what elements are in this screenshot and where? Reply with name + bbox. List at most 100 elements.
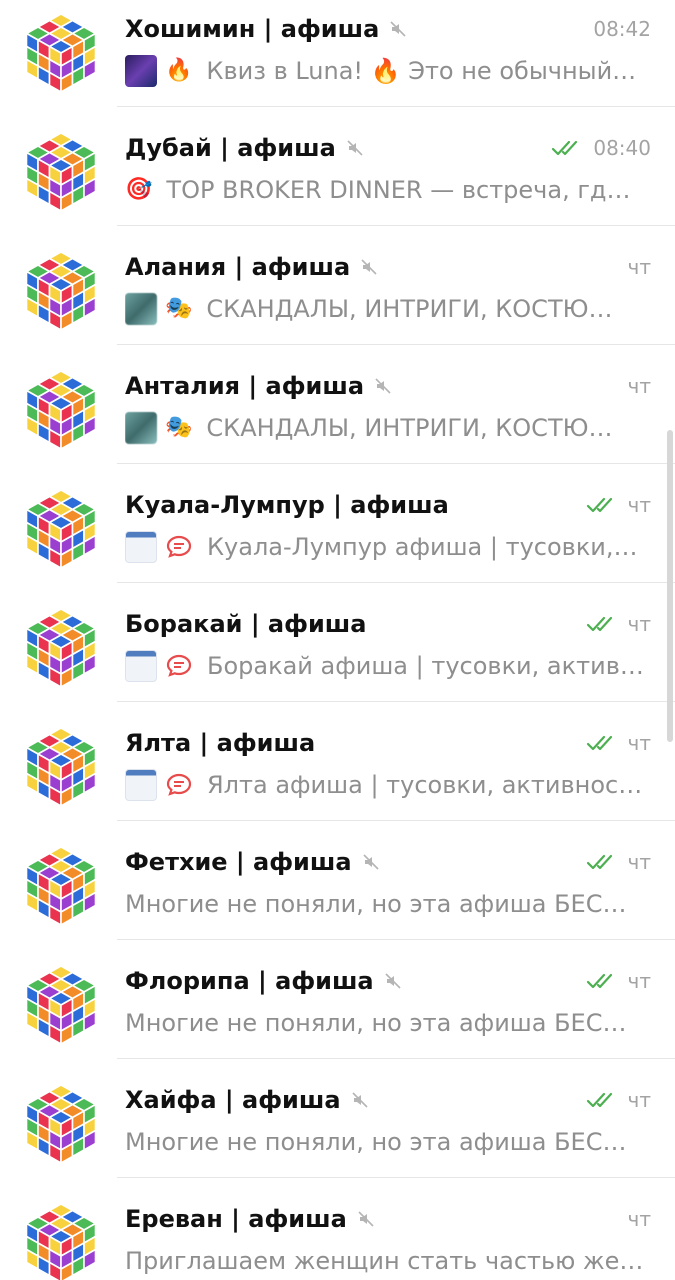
chat-preview-text: Боракай афиша | тусовки, актив…	[207, 652, 644, 680]
chat-preview-line: Ялта афиша | тусовки, активнос…	[125, 768, 647, 802]
group-avatar-cube-icon[interactable]	[24, 726, 98, 806]
chat-preview-text: Многие не поняли, но эта афиша БЕС…	[125, 890, 627, 918]
chat-preview-line: Приглашаем женщин стать частью же…	[125, 1244, 647, 1278]
chat-meta: чт	[586, 969, 651, 993]
chat-time: чт	[627, 731, 651, 755]
link-preview-thumbnail	[125, 531, 157, 563]
chat-preview-text: Приглашаем женщин стать частью же…	[125, 1247, 644, 1275]
double-check-read-icon	[551, 138, 583, 158]
muted-icon	[362, 853, 380, 871]
preview-media: 🎭	[125, 293, 198, 325]
chat-meta: чт	[586, 731, 651, 755]
chat-title-line: Хайфа | афиша чт	[125, 1083, 651, 1117]
chat-meta: чт	[586, 493, 651, 517]
muted-icon	[357, 1210, 375, 1228]
speech-bubble-icon	[165, 771, 193, 799]
chat-title: Ереван | афиша	[125, 1205, 347, 1233]
muted-icon	[374, 377, 392, 395]
chat-title: Дубай | афиша	[125, 134, 336, 162]
chat-title-line: Анталия | афиша чт	[125, 369, 651, 403]
chat-row[interactable]: Хошимин | афиша 08:42 🔥 Квиз в Luna! 🔥 Э…	[0, 0, 675, 107]
muted-icon	[346, 139, 364, 157]
double-check-read-icon	[586, 495, 618, 515]
group-avatar-cube-icon[interactable]	[24, 131, 98, 211]
chat-meta: чт	[586, 612, 651, 636]
preview-media	[125, 650, 199, 682]
chat-time: чт	[627, 1207, 651, 1231]
scrollbar[interactable]	[667, 430, 673, 742]
chat-preview-line: 🎭 СКАНДАЛЫ, ИНТРИГИ, КОСТЮ…	[125, 292, 647, 326]
chat-title-line: Куала-Лумпур | афиша чт	[125, 488, 651, 522]
chat-title: Хошимин | афиша	[125, 15, 380, 43]
chat-row[interactable]: Куала-Лумпур | афиша чт Куала-Лумпур афи…	[0, 464, 675, 583]
target-emoji-icon: 🎯	[125, 177, 153, 202]
chat-list: Хошимин | афиша 08:42 🔥 Квиз в Luna! 🔥 Э…	[0, 0, 675, 1280]
chat-row[interactable]: Анталия | афиша чт 🎭 СКАНДАЛЫ, ИНТРИГИ, …	[0, 345, 675, 464]
chat-meta: 08:42	[593, 17, 651, 41]
chat-time: чт	[627, 493, 651, 517]
chat-preview-line: Куала-Лумпур афиша | тусовки,…	[125, 530, 647, 564]
chat-row[interactable]: Флорипа | афиша чт Многие не поняли, но …	[0, 940, 675, 1059]
chat-meta: 08:40	[551, 136, 651, 160]
group-avatar-cube-icon[interactable]	[24, 250, 98, 330]
chat-title: Куала-Лумпур | афиша	[125, 491, 449, 519]
theater-masks-emoji-icon: 🎭	[165, 296, 193, 321]
chat-title: Боракай | афиша	[125, 610, 367, 638]
chat-title-line: Дубай | афиша 08:40	[125, 131, 651, 165]
double-check-read-icon	[586, 971, 618, 991]
preview-media: 🎭	[125, 412, 198, 444]
chat-preview-text: Куала-Лумпур афиша | тусовки,…	[207, 533, 638, 561]
chat-row[interactable]: Хайфа | афиша чт Многие не поняли, но эт…	[0, 1059, 675, 1178]
chat-title-line: Боракай | афиша чт	[125, 607, 651, 641]
double-check-read-icon	[586, 733, 618, 753]
chat-row[interactable]: Боракай | афиша чт Боракай афиша | тусов…	[0, 583, 675, 702]
chat-row[interactable]: Алания | афиша чт 🎭 СКАНДАЛЫ, ИНТРИГИ, К…	[0, 226, 675, 345]
group-avatar-cube-icon[interactable]	[24, 1202, 98, 1280]
group-avatar-cube-icon[interactable]	[24, 369, 98, 449]
preview-media	[125, 769, 199, 801]
chat-time: чт	[627, 969, 651, 993]
chat-preview-line: Многие не поняли, но эта афиша БЕС…	[125, 887, 647, 921]
photo-thumbnail	[125, 412, 157, 444]
theater-masks-emoji-icon: 🎭	[165, 415, 193, 440]
chat-preview-text: Квиз в Luna! 🔥 Это не обычный…	[206, 57, 637, 85]
group-avatar-cube-icon[interactable]	[24, 845, 98, 925]
double-check-read-icon	[586, 614, 618, 634]
chat-row[interactable]: Дубай | афиша 08:40 🎯 TOP BROKER DINNER …	[0, 107, 675, 226]
chat-title: Флорипа | афиша	[125, 967, 374, 995]
speech-bubble-icon	[165, 652, 193, 680]
chat-preview-line: Многие не поняли, но эта афиша БЕС…	[125, 1006, 647, 1040]
speech-bubble-icon	[165, 533, 193, 561]
chat-title: Фетхие | афиша	[125, 848, 352, 876]
group-avatar-cube-icon[interactable]	[24, 488, 98, 568]
chat-title: Анталия | афиша	[125, 372, 365, 400]
chat-row[interactable]: Ереван | афиша чт Приглашаем женщин стат…	[0, 1178, 675, 1280]
chat-meta: чт	[586, 850, 651, 874]
chat-meta: чт	[586, 1088, 651, 1112]
chat-row[interactable]: Ялта | афиша чт Ялта афиша | тусовки, ак…	[0, 702, 675, 821]
group-avatar-cube-icon[interactable]	[24, 12, 98, 92]
chat-title-line: Фетхие | афиша чт	[125, 845, 651, 879]
chat-title: Алания | афиша	[125, 253, 351, 281]
chat-preview-text: TOP BROKER DINNER — встреча, гд…	[166, 176, 631, 204]
chat-row[interactable]: Фетхие | афиша чт Многие не поняли, но э…	[0, 821, 675, 940]
chat-title: Ялта | афиша	[125, 729, 316, 757]
chat-time: чт	[627, 255, 651, 279]
chat-title-line: Флорипа | афиша чт	[125, 964, 651, 998]
chat-meta: чт	[628, 374, 651, 398]
chat-preview-text: СКАНДАЛЫ, ИНТРИГИ, КОСТЮ…	[206, 295, 613, 323]
group-avatar-cube-icon[interactable]	[24, 607, 98, 687]
chat-preview-line: Многие не поняли, но эта афиша БЕС…	[125, 1125, 647, 1159]
muted-icon	[389, 20, 407, 38]
link-preview-thumbnail	[125, 650, 157, 682]
chat-preview-text: СКАНДАЛЫ, ИНТРИГИ, КОСТЮ…	[206, 414, 613, 442]
preview-media	[125, 531, 199, 563]
muted-icon	[384, 972, 402, 990]
group-avatar-cube-icon[interactable]	[24, 964, 98, 1044]
chat-title: Хайфа | афиша	[125, 1086, 341, 1114]
chat-time: чт	[627, 612, 651, 636]
chat-time: чт	[627, 850, 651, 874]
chat-preview-line: 🔥 Квиз в Luna! 🔥 Это не обычный…	[125, 54, 647, 88]
chat-time: 08:42	[593, 17, 651, 41]
group-avatar-cube-icon[interactable]	[24, 1083, 98, 1163]
